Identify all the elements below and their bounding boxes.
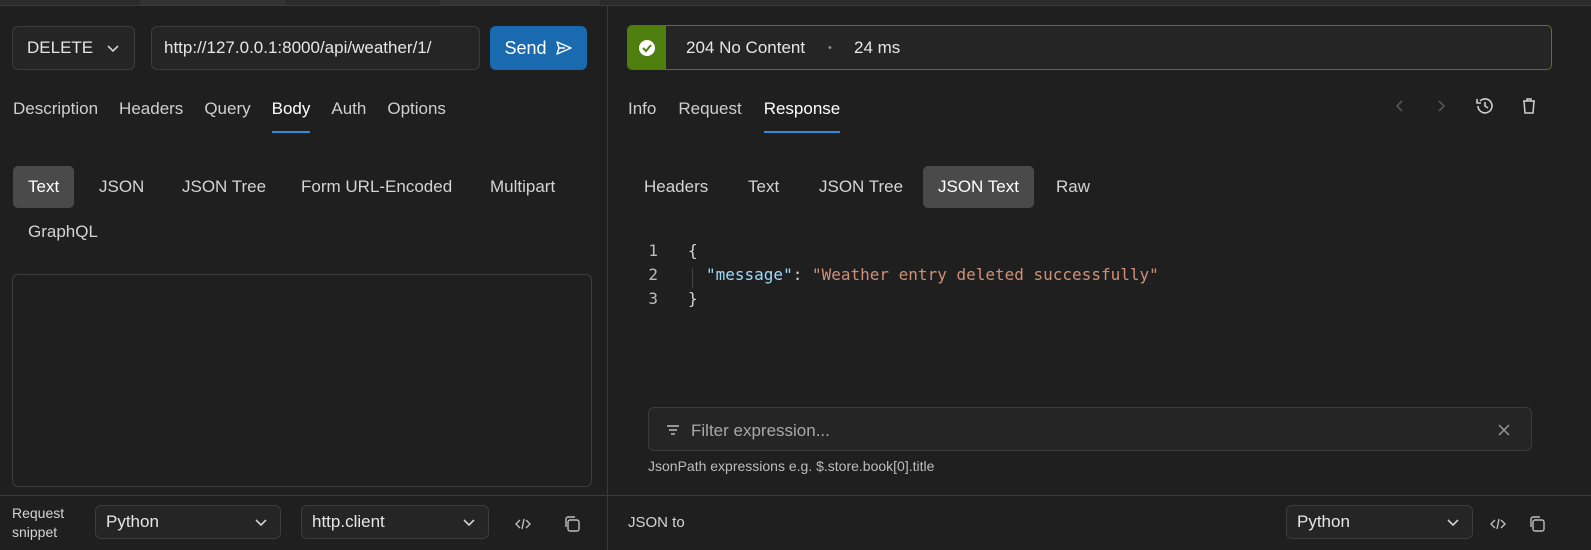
- chevron-down-icon: [255, 519, 267, 527]
- method-select[interactable]: DELETE: [12, 26, 135, 70]
- filter-icon: [667, 425, 679, 435]
- response-pane: 204 No Content • 24 ms Info Request Resp…: [608, 6, 1591, 550]
- snippet-bar: Request snippet Python http.client: [0, 495, 607, 550]
- status-code: 204 No Content: [686, 38, 806, 57]
- top-strip-tab[interactable]: [140, 0, 286, 5]
- body-type-text[interactable]: Text: [13, 166, 75, 208]
- tab-options[interactable]: Options: [387, 99, 446, 133]
- code-icon[interactable]: [512, 513, 534, 535]
- body-type-graphql[interactable]: GraphQL: [13, 211, 113, 253]
- code-line: {: [688, 241, 698, 260]
- send-label: Send: [504, 37, 547, 58]
- filter-input[interactable]: Filter expression...: [648, 407, 1532, 451]
- tab-query[interactable]: Query: [204, 99, 250, 133]
- request-tabs: Description Headers Query Body Auth Opti…: [13, 99, 446, 133]
- code-line: }: [688, 289, 698, 308]
- code-line: "message": "Weather entry deleted succes…: [706, 265, 1159, 284]
- tab-response[interactable]: Response: [763, 99, 840, 133]
- request-pane: DELETE http://127.0.0.1:8000/api/weather…: [0, 6, 607, 550]
- send-button[interactable]: Send: [490, 26, 587, 70]
- chevron-down-icon: [463, 519, 475, 527]
- snippet-client-value: http.client: [312, 512, 385, 531]
- snippet-language-select[interactable]: Python: [95, 505, 281, 539]
- indent-guide: [692, 268, 693, 288]
- status-bar: 204 No Content • 24 ms: [627, 25, 1552, 70]
- snippet-client-select[interactable]: http.client: [301, 505, 489, 539]
- snippet-label-line2: snippet: [12, 524, 58, 540]
- tab-body[interactable]: Body: [271, 99, 310, 133]
- code-icon[interactable]: [1487, 513, 1509, 535]
- body-type-multipart[interactable]: Multipart: [475, 166, 570, 208]
- copy-icon[interactable]: [1526, 513, 1548, 535]
- success-icon: [628, 26, 666, 69]
- tab-request[interactable]: Request: [678, 99, 741, 133]
- status-separator: •: [828, 42, 832, 54]
- chevron-down-icon: [107, 45, 119, 53]
- json-colon: :: [792, 265, 812, 284]
- convert-language-select[interactable]: Python: [1286, 505, 1473, 539]
- copy-icon[interactable]: [561, 513, 583, 535]
- view-json-text[interactable]: JSON Text: [923, 166, 1034, 208]
- convert-language-value: Python: [1297, 512, 1350, 531]
- json-value: "Weather entry deleted successfully": [811, 265, 1159, 284]
- snippet-label: Request snippet: [12, 504, 82, 542]
- view-raw[interactable]: Raw: [1041, 166, 1105, 208]
- response-tabs: Info Request Response: [628, 99, 840, 133]
- body-editor[interactable]: [12, 274, 592, 487]
- line-number: 2: [648, 265, 658, 284]
- snippet-label-line1: Request: [12, 505, 65, 521]
- top-strip-tab[interactable]: [440, 0, 600, 5]
- tab-description[interactable]: Description: [13, 99, 98, 133]
- body-type-json-tree[interactable]: JSON Tree: [167, 166, 281, 208]
- send-icon: [555, 41, 572, 55]
- method-value: DELETE: [27, 38, 94, 57]
- clear-icon[interactable]: [1497, 423, 1511, 437]
- line-number: 1: [648, 241, 658, 260]
- tab-auth[interactable]: Auth: [331, 99, 366, 133]
- view-json-tree[interactable]: JSON Tree: [804, 166, 918, 208]
- chevron-right-icon[interactable]: [1430, 95, 1452, 117]
- response-time: 24 ms: [854, 38, 901, 57]
- url-value: http://127.0.0.1:8000/api/weather/1/: [164, 38, 432, 57]
- chevron-left-icon[interactable]: [1389, 95, 1411, 117]
- line-number: 3: [648, 289, 658, 308]
- view-headers[interactable]: Headers: [629, 166, 723, 208]
- body-type-form-url-encoded[interactable]: Form URL-Encoded: [286, 166, 467, 208]
- convert-bar: JSON to Python: [608, 495, 1591, 550]
- filter-placeholder: Filter expression...: [691, 421, 830, 440]
- json-key: "message": [706, 265, 793, 284]
- convert-label: JSON to: [628, 514, 685, 531]
- filter-hint: JsonPath expressions e.g. $.store.book[0…: [648, 458, 935, 474]
- history-icon[interactable]: [1474, 95, 1496, 117]
- tab-headers[interactable]: Headers: [119, 99, 183, 133]
- tab-info[interactable]: Info: [628, 99, 656, 133]
- snippet-language-value: Python: [106, 512, 159, 531]
- body-type-json[interactable]: JSON: [84, 166, 159, 208]
- url-input[interactable]: http://127.0.0.1:8000/api/weather/1/: [151, 26, 480, 70]
- chevron-down-icon: [1447, 519, 1459, 527]
- view-text[interactable]: Text: [733, 166, 794, 208]
- trash-icon[interactable]: [1518, 95, 1540, 117]
